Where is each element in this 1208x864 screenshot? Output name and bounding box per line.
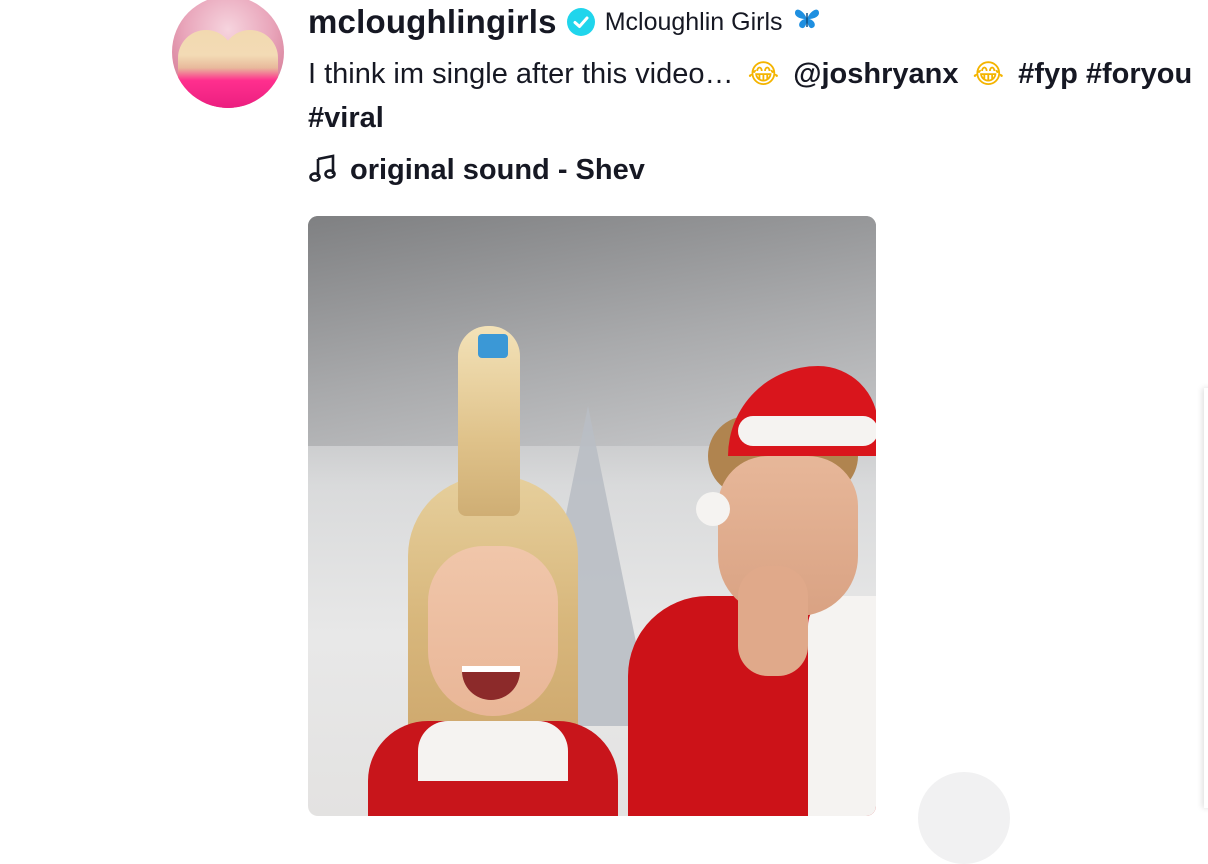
author-avatar[interactable] xyxy=(172,0,284,108)
video-player[interactable] xyxy=(308,216,876,816)
video-person-left-collar xyxy=(418,721,568,781)
hashtag-link[interactable]: #fyp xyxy=(1018,58,1078,90)
display-name[interactable]: Mcloughlin Girls xyxy=(605,8,783,37)
video-person-right-hand xyxy=(738,566,808,676)
laughing-emoji-icon: 😂 xyxy=(747,59,780,90)
video-person-right-collar xyxy=(808,596,876,816)
music-link[interactable]: original sound - Shev xyxy=(308,150,645,190)
laughing-emoji-icon: 😂 xyxy=(972,59,1005,90)
scroll-button[interactable] xyxy=(918,772,1010,864)
hashtag-link[interactable]: #viral xyxy=(308,96,384,140)
avatar-person-right xyxy=(222,30,278,108)
caption-text: I think im single after this video… xyxy=(308,58,734,90)
music-title: original sound - Shev xyxy=(350,153,645,186)
verified-badge-icon xyxy=(566,8,595,36)
video-bottle-cap xyxy=(478,334,508,358)
music-note-icon xyxy=(308,153,338,188)
video-santa-hat-pompom xyxy=(696,492,730,526)
hashtag-link[interactable]: #foryou xyxy=(1086,58,1192,90)
username-link[interactable]: mcloughlingirls xyxy=(308,3,557,41)
side-panel-edge xyxy=(1204,388,1208,808)
post-caption: I think im single after this video… 😂 @j… xyxy=(308,52,1208,97)
butterfly-emoji-icon xyxy=(793,7,821,38)
video-santa-hat-trim xyxy=(738,416,876,446)
post-author-header: mcloughlingirls Mcloughlin Girls xyxy=(308,2,821,42)
mention-link[interactable]: @joshryanx xyxy=(793,58,958,90)
